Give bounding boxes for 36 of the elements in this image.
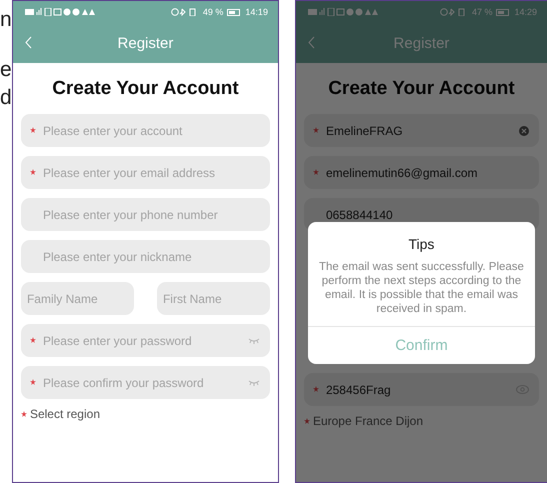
page-heading: Create Your Account [327,78,516,100]
status-time: 14:19 [245,7,268,17]
battery-percent: 47 % [472,7,492,17]
back-icon[interactable] [24,36,32,49]
dialog-message: The email was sent successfully. Please perform the next steps according to the email. It is possible that the email was received in spam. [318,260,525,316]
dialog-title: Tips [408,236,434,252]
notification-icons-drawing [308,8,378,16]
input-field[interactable]: Please enter your email address [20,156,270,189]
region-selector[interactable]: Select region [30,407,100,421]
confirm-button[interactable]: Confirm [308,326,535,364]
battery-icon [496,8,510,16]
input-field[interactable]: emelinemutin66@gmail.com [304,156,539,189]
notification-icons-drawing [24,8,95,16]
background-text: d [0,86,12,110]
battery-percent: 49 % [202,7,224,17]
input-field[interactable]: Please enter your account [20,114,270,147]
back-icon[interactable] [308,36,315,49]
input-field[interactable]: Please enter your phone number [20,198,270,231]
input-field[interactable]: 258456Frag [304,373,539,406]
input-field[interactable]: EmelineFRAG [304,114,539,147]
status-time: 14:29 [514,7,537,17]
input-field[interactable]: Family Name [20,282,134,315]
closed-eye-icon[interactable] [248,380,260,386]
region-selector[interactable]: Europe France Dijon [312,414,424,428]
battery-icon [227,8,242,16]
input-field[interactable]: First Name [156,282,270,315]
input-field[interactable]: Please confirm your password [20,366,270,399]
background-text: e [0,58,12,82]
input-field[interactable]: Please enter your nickname [20,240,270,273]
closed-eye-icon[interactable] [248,338,260,344]
header-title: Register [118,34,174,52]
page-heading: Create Your Account [51,78,240,100]
input-field[interactable]: Please enter your password [20,324,270,357]
clear-icon[interactable] [519,126,529,136]
background-text: n [0,8,12,32]
header-title: Register [394,34,450,52]
